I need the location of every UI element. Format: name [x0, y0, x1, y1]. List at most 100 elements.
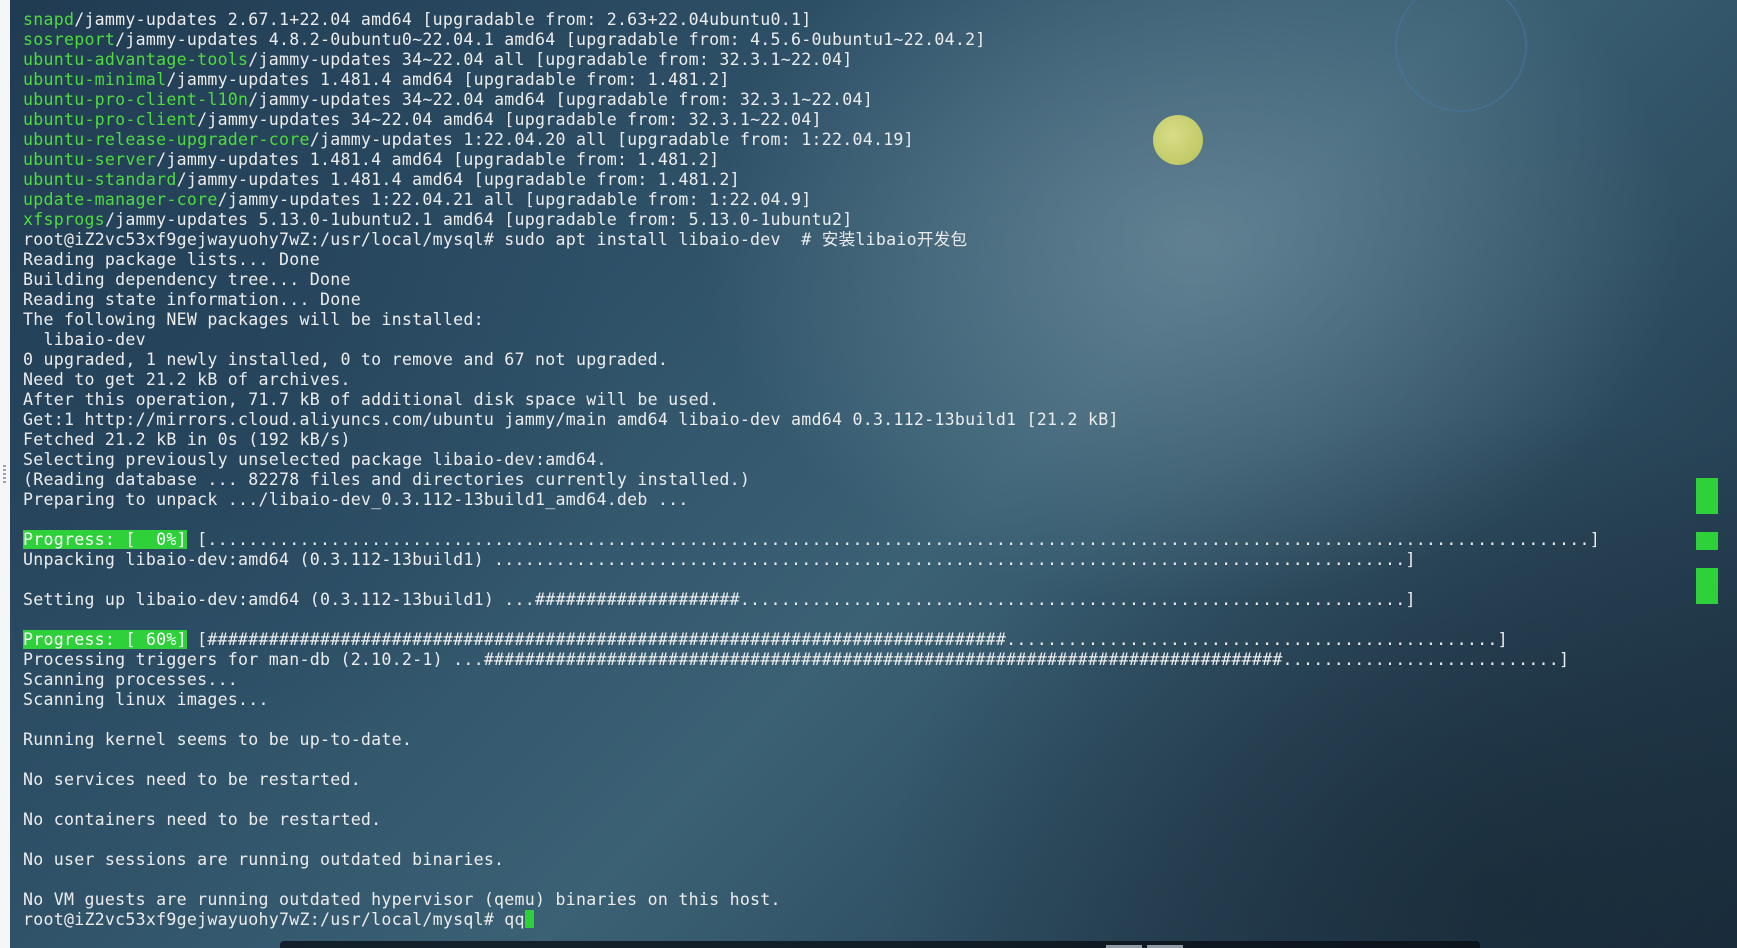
line-text: Get:1 http://mirrors.cloud.aliyuncs.com/… [23, 410, 1119, 429]
terminal-line: Running kernel seems to be up-to-date. [23, 730, 1600, 750]
package-name: ubuntu-pro-client-l10n [23, 90, 249, 109]
line-text: After this operation, 71.7 kB of additio… [23, 390, 720, 409]
terminal-line: ubuntu-server/jammy-updates 1.481.4 amd6… [23, 150, 1600, 170]
line-text: /jammy-updates 1:22.04.20 all [upgradabl… [309, 130, 914, 149]
line-text: /jammy-updates 5.13.0-1ubuntu2.1 amd64 [… [104, 210, 853, 229]
horizontal-scrollbar[interactable] [280, 941, 1480, 948]
terminal-line: Reading package lists... Done [23, 250, 1600, 270]
terminal-line: Building dependency tree... Done [23, 270, 1600, 290]
line-text: Building dependency tree... Done [23, 270, 351, 289]
line-text: The following NEW packages will be insta… [23, 310, 484, 329]
terminal-line: No containers need to be restarted. [23, 810, 1600, 830]
terminal-line: snapd/jammy-updates 2.67.1+22.04 amd64 [… [23, 10, 1600, 30]
line-text: Running kernel seems to be up-to-date. [23, 730, 413, 749]
line-text: Preparing to unpack .../libaio-dev_0.3.1… [23, 490, 689, 509]
line-text: /jammy-updates 34~22.04 amd64 [upgradabl… [197, 110, 822, 129]
terminal-line: update-manager-core/jammy-updates 1:22.0… [23, 190, 1600, 210]
terminal-line: sosreport/jammy-updates 4.8.2-0ubuntu0~2… [23, 30, 1600, 50]
line-text: /jammy-updates 2.67.1+22.04 amd64 [upgra… [74, 10, 812, 29]
line-text: /jammy-updates 4.8.2-0ubuntu0~22.04.1 am… [115, 30, 986, 49]
terminal-line: ubuntu-release-upgrader-core/jammy-updat… [23, 130, 1600, 150]
line-text: /jammy-updates 1.481.4 amd64 [upgradable… [176, 170, 740, 189]
progress-side-marker [1696, 478, 1718, 514]
text-cursor [524, 910, 534, 928]
terminal-line: ubuntu-advantage-tools/jammy-updates 34~… [23, 50, 1600, 70]
terminal-line: Setting up libaio-dev:amd64 (0.3.112-13b… [23, 590, 1600, 610]
terminal-line: Scanning processes... [23, 670, 1600, 690]
terminal-line: No services need to be restarted. [23, 770, 1600, 790]
progress-side-marker [1696, 568, 1718, 604]
terminal-line: root@iZ2vc53xf9gejwayuohy7wZ:/usr/local/… [23, 230, 1600, 250]
line-text: root@iZ2vc53xf9gejwayuohy7wZ:/usr/local/… [23, 230, 968, 249]
terminal-line: Processing triggers for man-db (2.10.2-1… [23, 650, 1600, 670]
line-text: (Reading database ... 82278 files and di… [23, 470, 751, 489]
package-name: sosreport [23, 30, 116, 49]
terminal-line: xfsprogs/jammy-updates 5.13.0-1ubuntu2.1… [23, 210, 1600, 230]
package-name: ubuntu-standard [23, 170, 177, 189]
line-text: libaio-dev [23, 330, 146, 349]
terminal-line: libaio-dev [23, 330, 1600, 350]
line-text: Reading state information... Done [23, 290, 361, 309]
line-text: No services need to be restarted. [23, 770, 361, 789]
terminal-line: Fetched 21.2 kB in 0s (192 kB/s) [23, 430, 1600, 450]
package-name: ubuntu-release-upgrader-core [23, 130, 310, 149]
line-text: /jammy-updates 1.481.4 amd64 [upgradable… [166, 70, 730, 89]
terminal-line: Scanning linux images... [23, 690, 1600, 710]
terminal-line: After this operation, 71.7 kB of additio… [23, 390, 1600, 410]
package-name: ubuntu-minimal [23, 70, 167, 89]
line-text: [.......................................… [186, 530, 1601, 549]
line-text: Selecting previously unselected package … [23, 450, 607, 469]
package-name: ubuntu-pro-client [23, 110, 198, 129]
package-name: xfsprogs [23, 210, 105, 229]
line-text: No VM guests are running outdated hyperv… [23, 890, 781, 909]
package-name: snapd [23, 10, 75, 29]
line-text: Need to get 21.2 kB of archives. [23, 370, 351, 389]
line-text: No containers need to be restarted. [23, 810, 382, 829]
terminal-line: Selecting previously unselected package … [23, 450, 1600, 470]
terminal-line: Reading state information... Done [23, 290, 1600, 310]
line-text: 0 upgraded, 1 newly installed, 0 to remo… [23, 350, 669, 369]
progress-side-marker [1696, 532, 1718, 550]
terminal-line: 0 upgraded, 1 newly installed, 0 to remo… [23, 350, 1600, 370]
terminal-line: The following NEW packages will be insta… [23, 310, 1600, 330]
terminal-line: root@iZ2vc53xf9gejwayuohy7wZ:/usr/local/… [23, 910, 1600, 930]
terminal-line: ubuntu-standard/jammy-updates 1.481.4 am… [23, 170, 1600, 190]
terminal-view[interactable]: snapd/jammy-updates 2.67.1+22.04 amd64 [… [10, 0, 1737, 948]
line-text: Reading package lists... Done [23, 250, 320, 269]
terminal-line: Get:1 http://mirrors.cloud.aliyuncs.com/… [23, 410, 1600, 430]
package-name: update-manager-core [23, 190, 218, 209]
progress-label: Progress: [ 0%] [23, 530, 187, 549]
terminal-line: Unpacking libaio-dev:amd64 (0.3.112-13bu… [23, 550, 1600, 570]
line-text: Scanning linux images... [23, 690, 269, 709]
resize-grip-icon[interactable] [3, 465, 6, 483]
line-text: Unpacking libaio-dev:amd64 (0.3.112-13bu… [23, 550, 1416, 569]
terminal-output: snapd/jammy-updates 2.67.1+22.04 amd64 [… [23, 10, 1600, 930]
terminal-line: ubuntu-minimal/jammy-updates 1.481.4 amd… [23, 70, 1600, 90]
terminal-line: (Reading database ... 82278 files and di… [23, 470, 1600, 490]
line-text: Scanning processes... [23, 670, 239, 689]
terminal-line: Progress: [ 60%] [######################… [23, 630, 1600, 650]
line-text: Fetched 21.2 kB in 0s (192 kB/s) [23, 430, 351, 449]
line-text: /jammy-updates 1:22.04.21 all [upgradabl… [217, 190, 812, 209]
line-text: root@iZ2vc53xf9gejwayuohy7wZ:/usr/local/… [23, 910, 525, 929]
terminal-line: No user sessions are running outdated bi… [23, 850, 1600, 870]
line-text: /jammy-updates 1.481.4 amd64 [upgradable… [156, 150, 720, 169]
terminal-line: Need to get 21.2 kB of archives. [23, 370, 1600, 390]
terminal-line: ubuntu-pro-client-l10n/jammy-updates 34~… [23, 90, 1600, 110]
line-text: /jammy-updates 34~22.04 amd64 [upgradabl… [248, 90, 873, 109]
terminal-line: No VM guests are running outdated hyperv… [23, 890, 1600, 910]
terminal-line: Progress: [ 0%] [.......................… [23, 530, 1600, 550]
progress-label: Progress: [ 60%] [23, 630, 187, 649]
line-text: /jammy-updates 34~22.04 all [upgradable … [248, 50, 853, 69]
terminal-line: ubuntu-pro-client/jammy-updates 34~22.04… [23, 110, 1600, 130]
line-text: [#######################################… [186, 630, 1508, 649]
package-name: ubuntu-advantage-tools [23, 50, 249, 69]
